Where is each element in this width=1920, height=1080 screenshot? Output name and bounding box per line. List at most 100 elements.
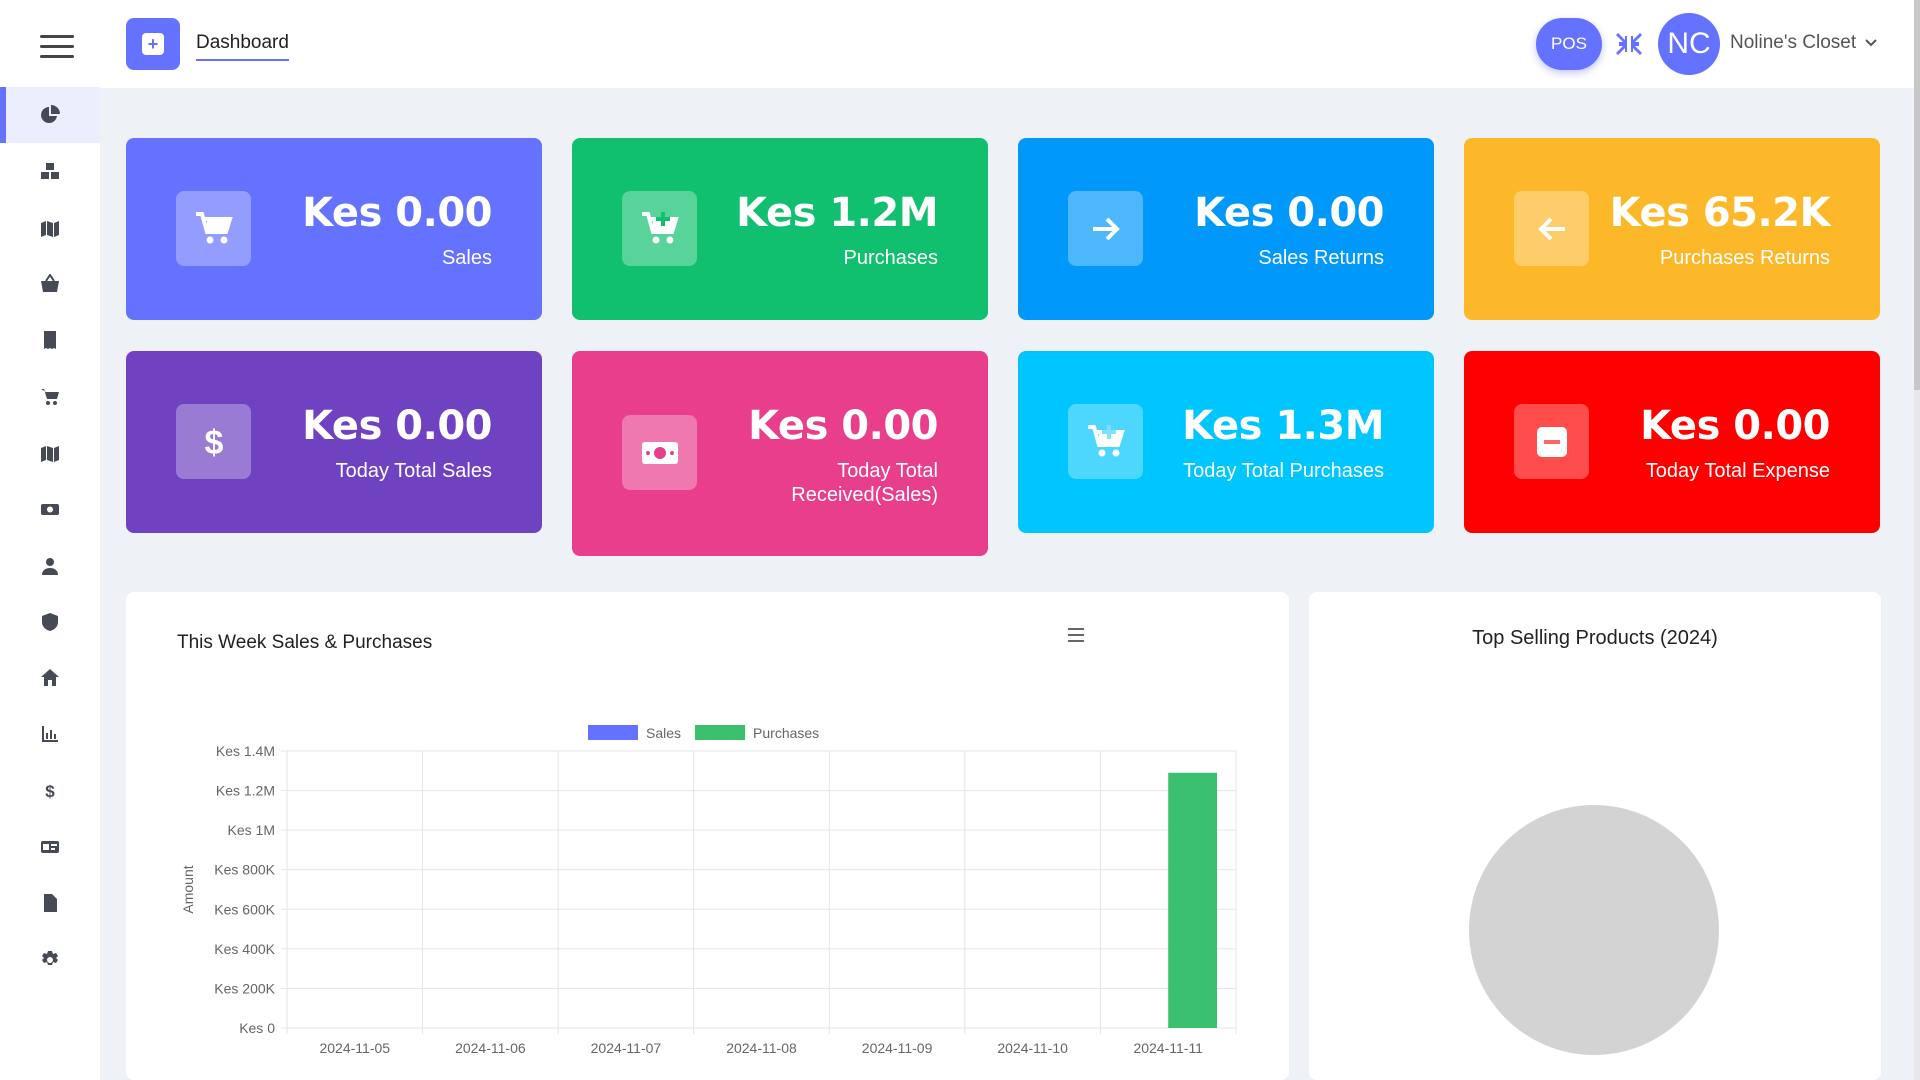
card-value: Kes 0.00 — [302, 403, 492, 449]
file-icon — [44, 894, 57, 913]
plus-icon: + — [142, 33, 164, 55]
sidebar: $ — [0, 0, 100, 1080]
svg-text:$: $ — [204, 424, 223, 462]
y-tick-label: Kes 1M — [228, 822, 275, 838]
today-total-sales-card[interactable]: $ Kes 0.00 Today Total Sales — [126, 351, 542, 533]
pos-button[interactable]: POS — [1536, 18, 1602, 70]
x-tick-label: 2024-11-06 — [455, 1040, 526, 1056]
card-label: Purchases — [843, 247, 939, 269]
card-label: Purchases Returns — [1659, 247, 1830, 269]
dollar-icon: $ — [45, 782, 55, 801]
map-icon — [41, 445, 59, 462]
bar-purchases — [1168, 772, 1218, 1028]
legend-label: Purchases — [753, 725, 819, 741]
id-card-icon — [41, 841, 59, 853]
minus-square-icon — [1514, 404, 1589, 479]
pie-chart-icon — [41, 105, 60, 124]
sidebar-item-settings[interactable] — [0, 931, 100, 987]
boxes-icon — [41, 163, 59, 180]
top-bar: + Dashboard POS NC Noline's Closet — [100, 0, 1914, 88]
sidebar-item-languages[interactable] — [0, 819, 100, 875]
shield-icon — [42, 612, 58, 631]
card-value: Kes 0.00 — [1194, 190, 1384, 236]
y-tick-label: Kes 1.2M — [216, 783, 275, 799]
card-value: Kes 65.2K — [1609, 190, 1831, 236]
sidebar-item-expenses[interactable] — [0, 481, 100, 537]
cart-icon — [176, 191, 251, 266]
today-total-received-card[interactable]: Kes 0.00 Today Total Received(Sales) — [572, 351, 988, 556]
sidebar-item-adjustments[interactable] — [0, 200, 100, 256]
sidebar-item-files[interactable] — [0, 875, 100, 931]
dollar-icon: $ — [176, 404, 251, 479]
user-name[interactable]: Noline's Closet — [1730, 32, 1856, 54]
x-tick-label: 2024-11-11 — [1133, 1040, 1203, 1056]
sales-returns-card[interactable]: Kes 0.00 Sales Returns — [1018, 138, 1434, 320]
avatar[interactable]: NC — [1658, 13, 1720, 75]
add-button[interactable]: + — [126, 18, 180, 70]
receipt-icon — [44, 331, 56, 350]
cart-icon — [41, 388, 59, 405]
y-tick-label: Kes 600K — [214, 901, 275, 917]
sidebar-item-transfers[interactable] — [0, 425, 100, 481]
x-tick-label: 2024-11-08 — [726, 1040, 797, 1056]
y-tick-label: Kes 0 — [239, 1020, 275, 1036]
sidebar-item-roles[interactable] — [0, 594, 100, 650]
sidebar-item-sales[interactable] — [0, 368, 100, 424]
y-tick-label: Kes 800K — [214, 862, 275, 878]
card-label-line2: Received(Sales) — [791, 484, 938, 506]
sidebar-item-products[interactable] — [0, 143, 100, 199]
card-label: Sales — [441, 247, 492, 269]
card-label: Today Total Sales — [335, 460, 492, 482]
cart-plus-icon — [1068, 404, 1143, 479]
scrollbar[interactable] — [1914, 0, 1920, 1080]
card-label-line1: Today Total — [837, 460, 938, 482]
svg-text:$: $ — [45, 782, 55, 801]
card-value: Kes 1.3M — [1182, 403, 1384, 449]
card-label: Today Total Expense — [1645, 460, 1830, 482]
card-value: Kes 0.00 — [1640, 403, 1830, 449]
card-label: Sales Returns — [1258, 247, 1384, 269]
purchases-card[interactable]: Kes 1.2M Purchases — [572, 138, 988, 320]
purchases-returns-card[interactable]: Kes 65.2K Purchases Returns — [1464, 138, 1880, 320]
y-tick-label: Kes 200K — [214, 980, 275, 996]
sidebar-nav: $ — [0, 87, 100, 988]
home-icon — [41, 669, 59, 687]
money-icon — [41, 504, 59, 516]
sidebar-item-dashboard[interactable] — [0, 87, 100, 144]
cart-plus-icon — [622, 191, 697, 266]
card-value: Kes 0.00 — [748, 403, 938, 449]
x-tick-label: 2024-11-10 — [997, 1040, 1068, 1056]
x-tick-label: 2024-11-07 — [591, 1040, 662, 1056]
x-tick-label: 2024-11-09 — [862, 1040, 933, 1056]
user-icon — [42, 557, 58, 575]
bar-chart-icon — [42, 726, 58, 743]
basket-icon — [41, 274, 59, 293]
money-icon — [622, 415, 697, 490]
card-value: Kes 0.00 — [302, 190, 492, 236]
chevron-down-icon[interactable] — [1864, 36, 1878, 50]
card-label: Today Total Purchases — [1183, 460, 1384, 482]
legend-swatch — [588, 725, 638, 740]
arrow-right-icon — [1068, 191, 1143, 266]
legend-label: Sales — [646, 725, 681, 741]
page-title[interactable]: Dashboard — [196, 32, 289, 61]
card-value: Kes 1.2M — [736, 190, 938, 236]
arrow-left-icon — [1514, 191, 1589, 266]
sidebar-item-currencies[interactable]: $ — [0, 763, 100, 819]
sidebar-item-quotations[interactable] — [0, 256, 100, 312]
sidebar-item-purchases[interactable] — [0, 312, 100, 368]
y-axis-label: Amount — [180, 865, 196, 913]
sidebar-item-warehouses[interactable] — [0, 650, 100, 706]
sales-card[interactable]: Kes 0.00 Sales — [126, 138, 542, 320]
sidebar-item-reports[interactable] — [0, 706, 100, 762]
x-tick-label: 2024-11-05 — [319, 1040, 390, 1056]
legend-swatch — [695, 725, 746, 740]
today-total-expense-card[interactable]: Kes 0.00 Today Total Expense — [1464, 351, 1880, 533]
hamburger-menu-icon[interactable] — [40, 35, 74, 63]
pie-empty-slice — [1469, 805, 1719, 1055]
sidebar-item-people[interactable] — [0, 537, 100, 593]
y-tick-label: Kes 1.4M — [216, 743, 275, 759]
top-selling-pie-chart — [1469, 805, 1719, 1055]
compress-icon[interactable] — [1615, 30, 1643, 58]
today-total-purchases-card[interactable]: Kes 1.3M Today Total Purchases — [1018, 351, 1434, 533]
